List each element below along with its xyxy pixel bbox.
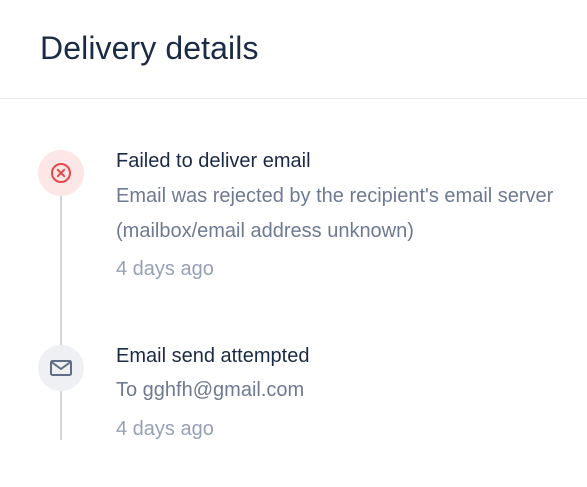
event-title: Failed to deliver email bbox=[116, 150, 311, 172]
event-timestamp: 4 days ago bbox=[116, 418, 214, 440]
event-description: Email was rejected by the recipient's em… bbox=[116, 185, 554, 242]
panel-header: Delivery details bbox=[0, 0, 587, 99]
page-title: Delivery details bbox=[40, 30, 259, 66]
event-title: Email send attempted bbox=[116, 345, 310, 367]
failed-status-badge bbox=[38, 150, 84, 196]
envelope-icon bbox=[50, 360, 72, 376]
delivery-details-panel: Delivery details Failed to deliver email… bbox=[0, 0, 587, 487]
timeline-connector bbox=[60, 192, 62, 440]
event-timestamp: 4 days ago bbox=[116, 258, 214, 280]
delivery-timeline: Failed to deliver email Email was reject… bbox=[0, 100, 587, 487]
attempted-status-badge bbox=[38, 345, 84, 391]
event-description: To gghfh@gmail.com bbox=[116, 379, 305, 401]
error-circle-x-icon bbox=[51, 163, 71, 183]
